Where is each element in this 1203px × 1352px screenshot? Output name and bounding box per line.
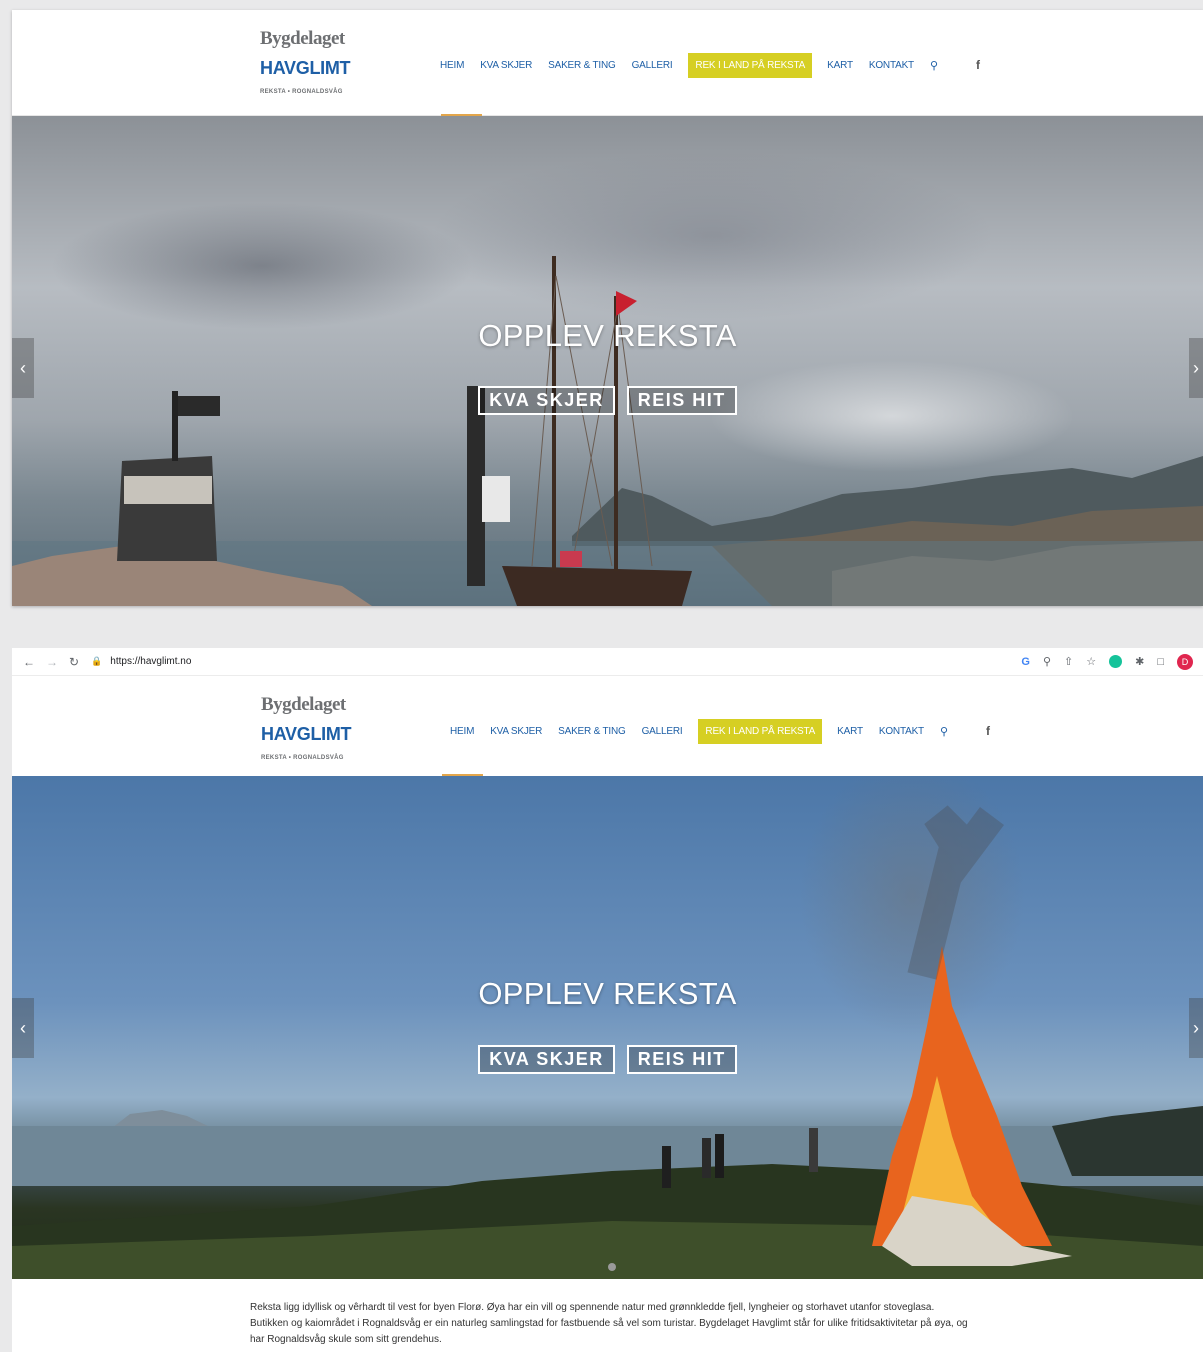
back-arrow-icon[interactable]: ←	[23, 655, 35, 669]
profile-avatar[interactable]: D	[1177, 653, 1193, 670]
browser-toolbar: ← → ↻ 🔒 https://havglimt.no G ⚲ ⇧ ☆ ✱ □ …	[12, 648, 1203, 676]
site-logo[interactable]: Bygdelaget HAVGLIMT REKSTA • ROGNALDSVÅG	[260, 28, 351, 95]
slider-dot[interactable]	[608, 1263, 616, 1271]
nav-item-galleri-2[interactable]: GALLERI	[642, 726, 683, 737]
hero-slider: OPPLEV REKSTA KVA SKJER REIS HIT ‹ ›	[12, 116, 1203, 606]
nav-item-kva-skjer[interactable]: KVA SKJER	[480, 60, 532, 71]
logo-top-text: Bygdelaget	[260, 28, 345, 49]
logo-main-text: HAVGLIMT	[260, 58, 351, 78]
address-bar[interactable]: 🔒 https://havglimt.no	[91, 652, 1000, 672]
hero-slider-2: OPPLEV REKSTA KVA SKJER REIS HIT ‹ ›	[12, 776, 1203, 1279]
site-header: Bygdelaget HAVGLIMT REKSTA • ROGNALDSVÅG…	[12, 10, 1203, 116]
hero-buttons: KVA SKJER REIS HIT	[12, 386, 1203, 415]
facebook-icon[interactable]: f	[976, 58, 980, 72]
hero-buttons-2: KVA SKJER REIS HIT	[12, 1045, 1203, 1074]
reis-hit-button[interactable]: REIS HIT	[626, 386, 737, 415]
nav-item-saker-ting-2[interactable]: SAKER & TING	[558, 726, 626, 737]
url-text: https://havglimt.no	[110, 656, 192, 667]
google-icon[interactable]: G	[1021, 656, 1030, 668]
intro-paragraph: Reksta ligg idyllisk og vêrhardt til ves…	[250, 1302, 968, 1345]
nav-item-heim[interactable]: HEIM	[440, 60, 464, 71]
logo-sub-text: REKSTA • ROGNALDSVÅG	[260, 89, 343, 95]
grammarly-icon[interactable]	[1109, 655, 1123, 668]
nav-item-kart[interactable]: KART	[827, 60, 853, 71]
nav-item-rek-i-land-2[interactable]: REK I LAND PÅ REKSTA	[698, 718, 823, 744]
logo-main-text-2: HAVGLIMT	[261, 724, 352, 744]
nav-item-rek-i-land[interactable]: REK I LAND PÅ REKSTA	[688, 52, 813, 78]
kva-skjer-button-2[interactable]: KVA SKJER	[478, 1045, 615, 1074]
sidebar-icon[interactable]: □	[1157, 656, 1164, 668]
nav-item-kart-2[interactable]: KART	[837, 726, 863, 737]
site-header-2: Bygdelaget HAVGLIMT REKSTA • ROGNALDSVÅG…	[12, 676, 1203, 782]
zoom-icon[interactable]: ⚲	[1043, 655, 1051, 668]
reis-hit-button-2[interactable]: REIS HIT	[626, 1045, 737, 1074]
facebook-icon-2[interactable]: f	[986, 724, 990, 738]
nav-item-kontakt-2[interactable]: KONTAKT	[879, 726, 924, 737]
hero-title-2: OPPLEV REKSTA	[478, 976, 737, 1011]
main-nav: HEIM KVA SKJER SAKER & TING GALLERI REK …	[440, 52, 980, 78]
extensions-icon[interactable]: ✱	[1135, 655, 1144, 668]
screenshot-top: Bygdelaget HAVGLIMT REKSTA • ROGNALDSVÅG…	[12, 10, 1203, 606]
logo-sub-text-2: REKSTA • ROGNALDSVÅG	[261, 755, 344, 761]
bookmark-star-icon[interactable]: ☆	[1086, 655, 1096, 668]
hero-scene-boat	[12, 256, 1203, 606]
chevron-left-icon-2[interactable]: ‹	[12, 998, 34, 1058]
search-icon-2[interactable]: ⚲	[940, 725, 948, 738]
nav-item-kva-skjer-2[interactable]: KVA SKJER	[490, 726, 542, 737]
nav-item-kontakt[interactable]: KONTAKT	[869, 60, 914, 71]
reload-icon[interactable]: ↻	[69, 655, 79, 669]
forward-arrow-icon[interactable]: →	[46, 655, 58, 669]
chevron-right-icon[interactable]: ›	[1189, 338, 1203, 398]
nav-item-saker-ting[interactable]: SAKER & TING	[548, 60, 616, 71]
main-nav-2: HEIM KVA SKJER SAKER & TING GALLERI REK …	[450, 718, 990, 744]
browser-actions: G ⚲ ⇧ ☆ ✱ □ D	[1008, 653, 1193, 670]
lock-icon: 🔒	[91, 656, 103, 666]
share-icon[interactable]: ⇧	[1064, 655, 1073, 668]
chevron-right-icon-2[interactable]: ›	[1189, 998, 1203, 1058]
nav-item-heim-2[interactable]: HEIM	[450, 726, 474, 737]
search-icon[interactable]: ⚲	[930, 59, 938, 72]
screenshot-bottom: ← → ↻ 🔒 https://havglimt.no G ⚲ ⇧ ☆ ✱ □ …	[12, 648, 1203, 1352]
hero-scene-bonfire	[12, 805, 1203, 1279]
logo-top-text-2: Bygdelaget	[261, 694, 346, 715]
kva-skjer-button[interactable]: KVA SKJER	[478, 386, 615, 415]
chevron-left-icon[interactable]: ‹	[12, 338, 34, 398]
hero-title: OPPLEV REKSTA	[478, 318, 737, 353]
site-logo-2[interactable]: Bygdelaget HAVGLIMT REKSTA • ROGNALDSVÅG	[261, 694, 352, 761]
nav-item-galleri[interactable]: GALLERI	[632, 60, 673, 71]
